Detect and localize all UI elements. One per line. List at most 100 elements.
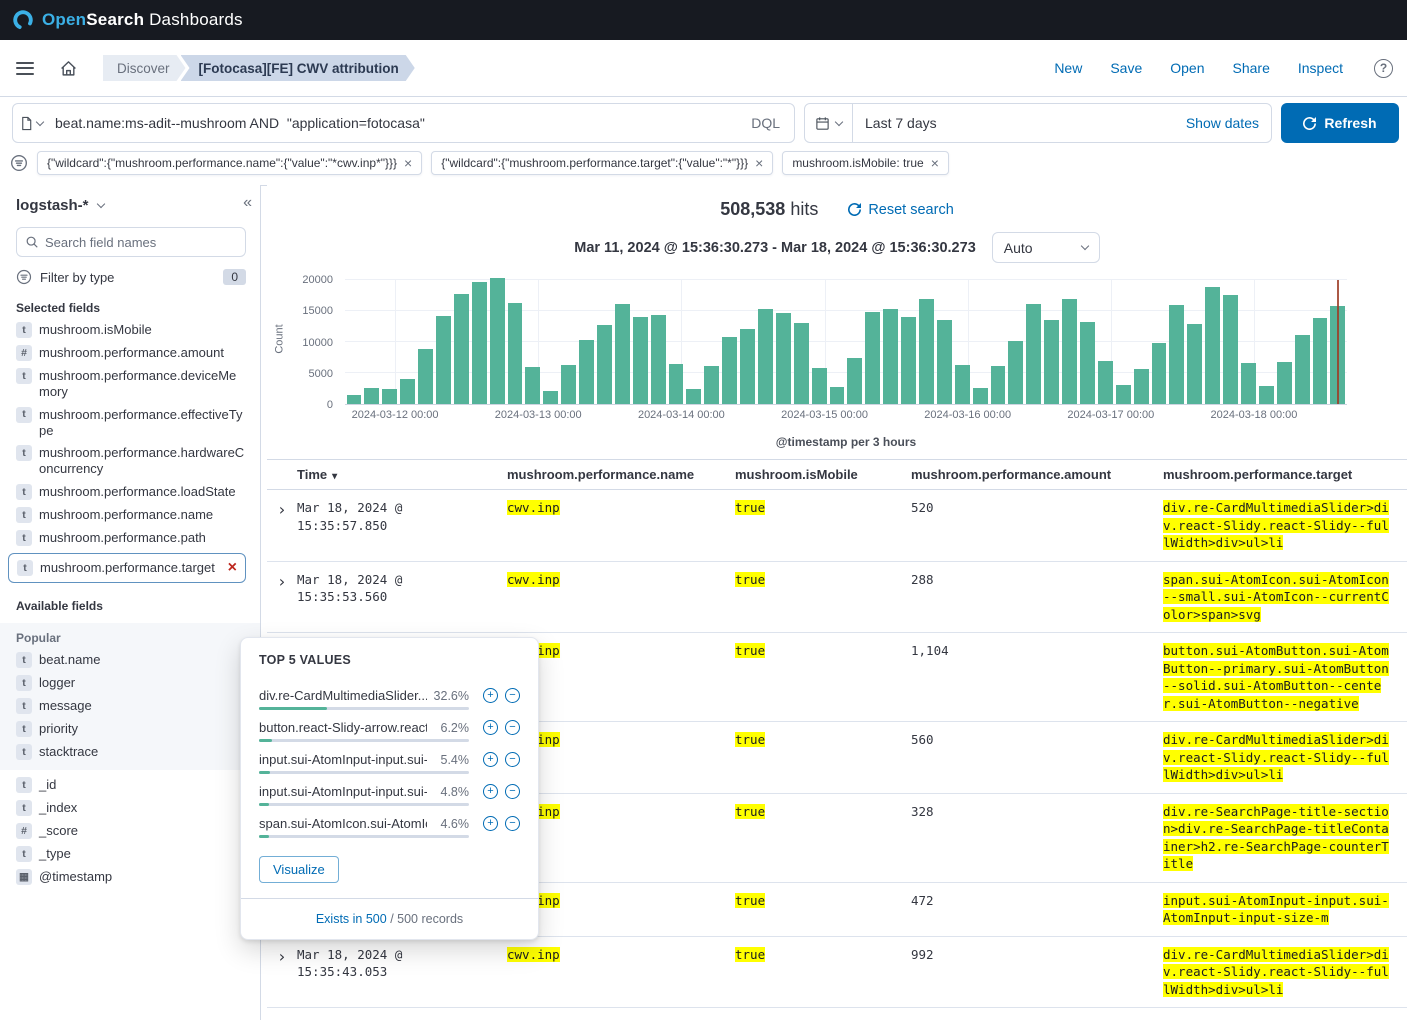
- histogram-bar[interactable]: [1026, 304, 1041, 404]
- collapse-sidebar-button[interactable]: «: [237, 193, 258, 213]
- histogram-bar[interactable]: [812, 368, 827, 404]
- remove-filter-icon[interactable]: ×: [931, 158, 939, 168]
- exists-link[interactable]: Exists in 500: [316, 912, 387, 926]
- histogram-bar[interactable]: [561, 365, 576, 404]
- field-item[interactable]: tpriority: [16, 721, 246, 737]
- field-item[interactable]: t_index: [16, 800, 246, 816]
- histogram-bar[interactable]: [633, 317, 648, 404]
- histogram-bar[interactable]: [597, 325, 612, 404]
- histogram-bar[interactable]: [669, 364, 684, 404]
- filter-out-value-button[interactable]: −: [505, 688, 520, 703]
- remove-field-button[interactable]: ×: [228, 562, 237, 574]
- histogram-bar[interactable]: [1098, 361, 1113, 404]
- histogram-bar[interactable]: [454, 294, 469, 404]
- histogram-bar[interactable]: [865, 312, 880, 404]
- expand-row-icon[interactable]: ›: [267, 936, 297, 1008]
- filter-for-value-button[interactable]: +: [483, 752, 498, 767]
- histogram-bar[interactable]: [1205, 287, 1220, 404]
- field-item[interactable]: ▦@timestamp: [16, 869, 246, 885]
- histogram-bar[interactable]: [686, 389, 701, 404]
- histogram-bar[interactable]: [704, 366, 719, 404]
- remove-filter-icon[interactable]: ×: [404, 158, 412, 168]
- histogram-bar[interactable]: [1277, 362, 1292, 404]
- action-save[interactable]: Save: [1110, 60, 1142, 76]
- histogram-bar[interactable]: [740, 329, 755, 404]
- histogram-bar[interactable]: [1169, 305, 1184, 404]
- filter-for-value-button[interactable]: +: [483, 720, 498, 735]
- expand-row-icon[interactable]: ›: [267, 490, 297, 562]
- histogram-bar[interactable]: [1008, 341, 1023, 404]
- histogram-bar[interactable]: [758, 309, 773, 404]
- histogram-bar[interactable]: [937, 320, 952, 404]
- expand-row-icon[interactable]: ›: [267, 561, 297, 633]
- histogram-bar[interactable]: [1134, 369, 1149, 404]
- histogram-bar[interactable]: [436, 316, 451, 404]
- histogram-bar[interactable]: [847, 358, 862, 404]
- histogram-bar[interactable]: [1152, 343, 1167, 404]
- opensearch-logo-icon[interactable]: [12, 9, 34, 31]
- reset-search-button[interactable]: Reset search: [848, 202, 953, 218]
- histogram-bar[interactable]: [508, 303, 523, 404]
- histogram-bar[interactable]: [722, 337, 737, 404]
- histogram-bar[interactable]: [919, 299, 934, 404]
- histogram-bar[interactable]: [472, 282, 487, 404]
- filter-pill[interactable]: {"wildcard":{"mushroom.performance.targe…: [431, 151, 773, 175]
- field-item[interactable]: tstacktrace: [16, 744, 246, 760]
- query-input[interactable]: [51, 115, 737, 131]
- saved-query-icon[interactable]: [13, 116, 51, 131]
- histogram-bar[interactable]: [991, 366, 1006, 404]
- histogram-bar[interactable]: [1080, 322, 1095, 404]
- filter-out-value-button[interactable]: −: [505, 720, 520, 735]
- histogram-bar[interactable]: [973, 388, 988, 404]
- column-header[interactable]: Time▾: [297, 460, 507, 490]
- histogram-bar[interactable]: [883, 309, 898, 404]
- menu-icon[interactable]: [16, 62, 34, 75]
- histogram-bar[interactable]: [1241, 363, 1256, 404]
- histogram-bar[interactable]: [418, 349, 433, 404]
- histogram-bar[interactable]: [1187, 324, 1202, 404]
- histogram-bar[interactable]: [1062, 299, 1077, 404]
- time-range-button[interactable]: Last 7 days: [853, 115, 949, 131]
- field-item[interactable]: tbeat.name: [16, 652, 246, 668]
- search-fields-input[interactable]: [16, 227, 246, 257]
- show-dates-button[interactable]: Show dates: [1174, 115, 1271, 131]
- filter-pill[interactable]: {"wildcard":{"mushroom.performance.name"…: [37, 151, 422, 175]
- filter-out-value-button[interactable]: −: [505, 752, 520, 767]
- filter-options-icon[interactable]: [10, 154, 28, 172]
- filter-by-type-button[interactable]: Filter by type 0: [16, 269, 246, 285]
- field-item[interactable]: #mushroom.performance.amount: [16, 345, 246, 361]
- histogram-bar[interactable]: [400, 379, 415, 404]
- filter-out-value-button[interactable]: −: [505, 816, 520, 831]
- histogram-bar[interactable]: [543, 391, 558, 404]
- histogram-bar[interactable]: [901, 317, 916, 404]
- help-icon[interactable]: ?: [1374, 59, 1393, 78]
- field-item[interactable]: tmushroom.performance.name: [16, 507, 246, 523]
- histogram-bar[interactable]: [1223, 295, 1238, 404]
- filter-for-value-button[interactable]: +: [483, 816, 498, 831]
- field-item[interactable]: tlogger: [16, 675, 246, 691]
- filter-pill[interactable]: mushroom.isMobile: true×: [782, 151, 949, 175]
- histogram-bar[interactable]: [490, 278, 505, 404]
- histogram-bar[interactable]: [579, 340, 594, 404]
- histogram-bar[interactable]: [794, 323, 809, 404]
- filter-out-value-button[interactable]: −: [505, 784, 520, 799]
- histogram-bar[interactable]: [1295, 335, 1310, 404]
- index-pattern-selector[interactable]: logstash-*: [16, 197, 246, 214]
- histogram-bar[interactable]: [830, 387, 845, 404]
- action-new[interactable]: New: [1054, 60, 1082, 76]
- histogram-bar[interactable]: [955, 365, 970, 404]
- field-item[interactable]: tmushroom.performance.deviceMemory: [16, 368, 246, 400]
- calendar-icon[interactable]: [805, 104, 853, 142]
- histogram-bar[interactable]: [382, 389, 397, 404]
- filter-for-value-button[interactable]: +: [483, 784, 498, 799]
- action-share[interactable]: Share: [1233, 60, 1270, 76]
- home-icon[interactable]: [60, 60, 77, 77]
- histogram-bar[interactable]: [1259, 386, 1274, 404]
- histogram-bar[interactable]: [347, 395, 362, 404]
- breadcrumb-discover[interactable]: Discover: [103, 55, 186, 81]
- field-item[interactable]: tmushroom.performance.path: [16, 530, 246, 546]
- action-inspect[interactable]: Inspect: [1298, 60, 1343, 76]
- histogram-bar[interactable]: [1313, 318, 1328, 404]
- field-item[interactable]: tmushroom.isMobile: [16, 322, 246, 338]
- field-item[interactable]: tmushroom.performance.loadState: [16, 484, 246, 500]
